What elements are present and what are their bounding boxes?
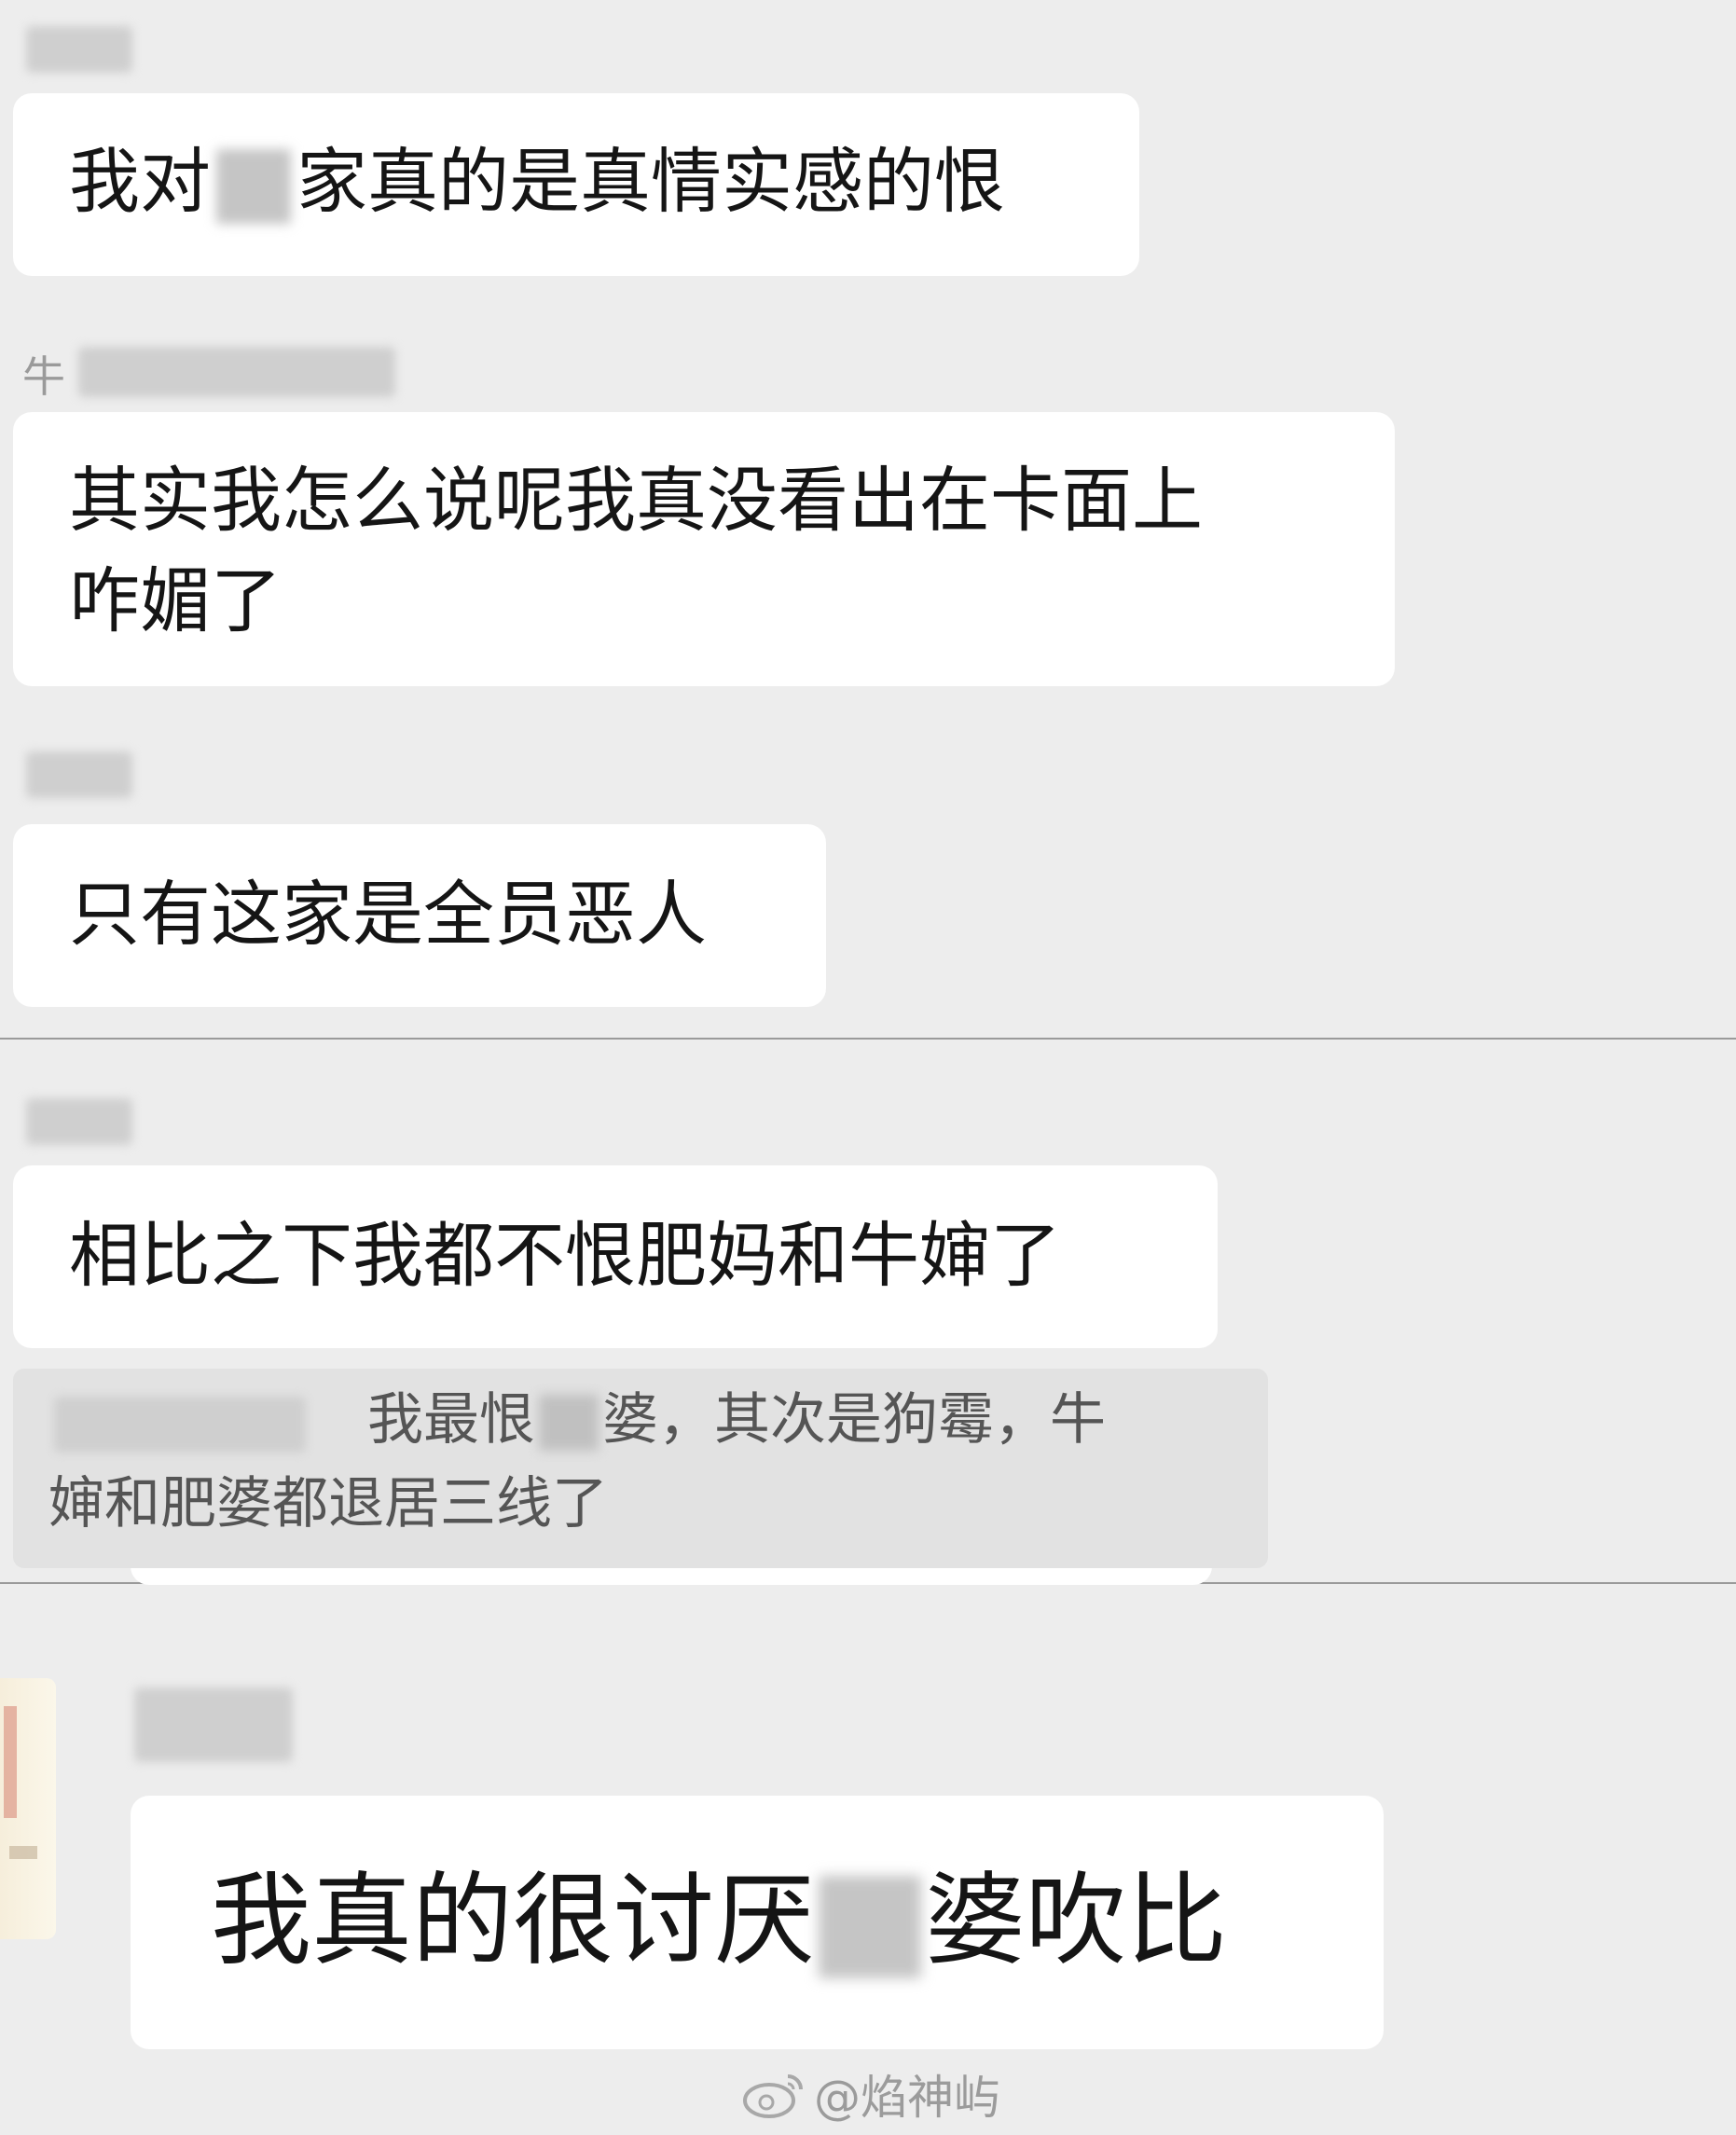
- message-bubble[interactable]: 其实我怎么说呢我真没看出在卡面上 咋媚了: [13, 412, 1395, 686]
- redacted-text: [819, 1876, 922, 1979]
- quote-text-part: 我最恨: [367, 1387, 535, 1453]
- message-bubble[interactable]: 我对 家真的是真情实感的恨: [13, 93, 1139, 276]
- message-text: 只有这家是全员恶人: [69, 873, 707, 956]
- sender-name: 牛: [22, 343, 65, 405]
- redacted-text: [539, 1395, 599, 1452]
- message-text-part: 家真的是真情实感的恨: [296, 140, 1005, 223]
- weibo-icon: [743, 2074, 803, 2118]
- message-text: 我对 家真的是真情实感的恨: [69, 131, 1005, 233]
- message-text-line: 咋媚了: [69, 559, 282, 642]
- message-bubble[interactable]: 我真的很讨厌 婆吹比: [131, 1796, 1384, 2049]
- avatar[interactable]: [0, 1678, 56, 1939]
- quote-line: 我最恨 婆，其次是狗霉，牛: [367, 1378, 1106, 1462]
- redacted-text: [216, 149, 291, 224]
- sender-name-redacted: [26, 751, 132, 798]
- message-text-line: 其实我怎么说呢我真没看出在卡面上: [69, 459, 1203, 542]
- sender-name-prefix: 牛: [22, 351, 65, 402]
- message-bubble[interactable]: 只有这家是全员恶人: [13, 824, 826, 1007]
- sender-name-redacted: [134, 1687, 293, 1762]
- message-text: 相比之下我都不恨肥妈和牛婶了: [69, 1214, 1061, 1297]
- message-text-part: 我对: [69, 140, 211, 223]
- quoted-reply[interactable]: 我最恨 婆，其次是狗霉，牛 婶和肥婆都退居三线了: [13, 1369, 1268, 1568]
- sender-name-redacted: [26, 26, 132, 73]
- quote-line: 婶和肥婆都退居三线了: [48, 1471, 608, 1536]
- message-text-part: 我真的很讨厌: [211, 1863, 816, 1979]
- message-text: 我真的很讨厌 婆吹比: [211, 1852, 1227, 1991]
- avatar-image-detail: [4, 1706, 17, 1818]
- sender-name-redacted: [26, 1098, 132, 1145]
- avatar-image-detail: [9, 1846, 37, 1859]
- quoted-sender-redacted: [54, 1397, 306, 1453]
- message-text-part: 婆吹比: [925, 1863, 1228, 1979]
- watermark: @焰神屿: [741, 2060, 1000, 2128]
- watermark-handle: @焰神屿: [814, 2071, 1000, 2125]
- message-bubble[interactable]: 相比之下我都不恨肥妈和牛婶了: [13, 1165, 1218, 1348]
- quote-text-part: 婆，其次是狗霉，牛: [602, 1387, 1106, 1453]
- sender-name-redacted: [78, 347, 395, 397]
